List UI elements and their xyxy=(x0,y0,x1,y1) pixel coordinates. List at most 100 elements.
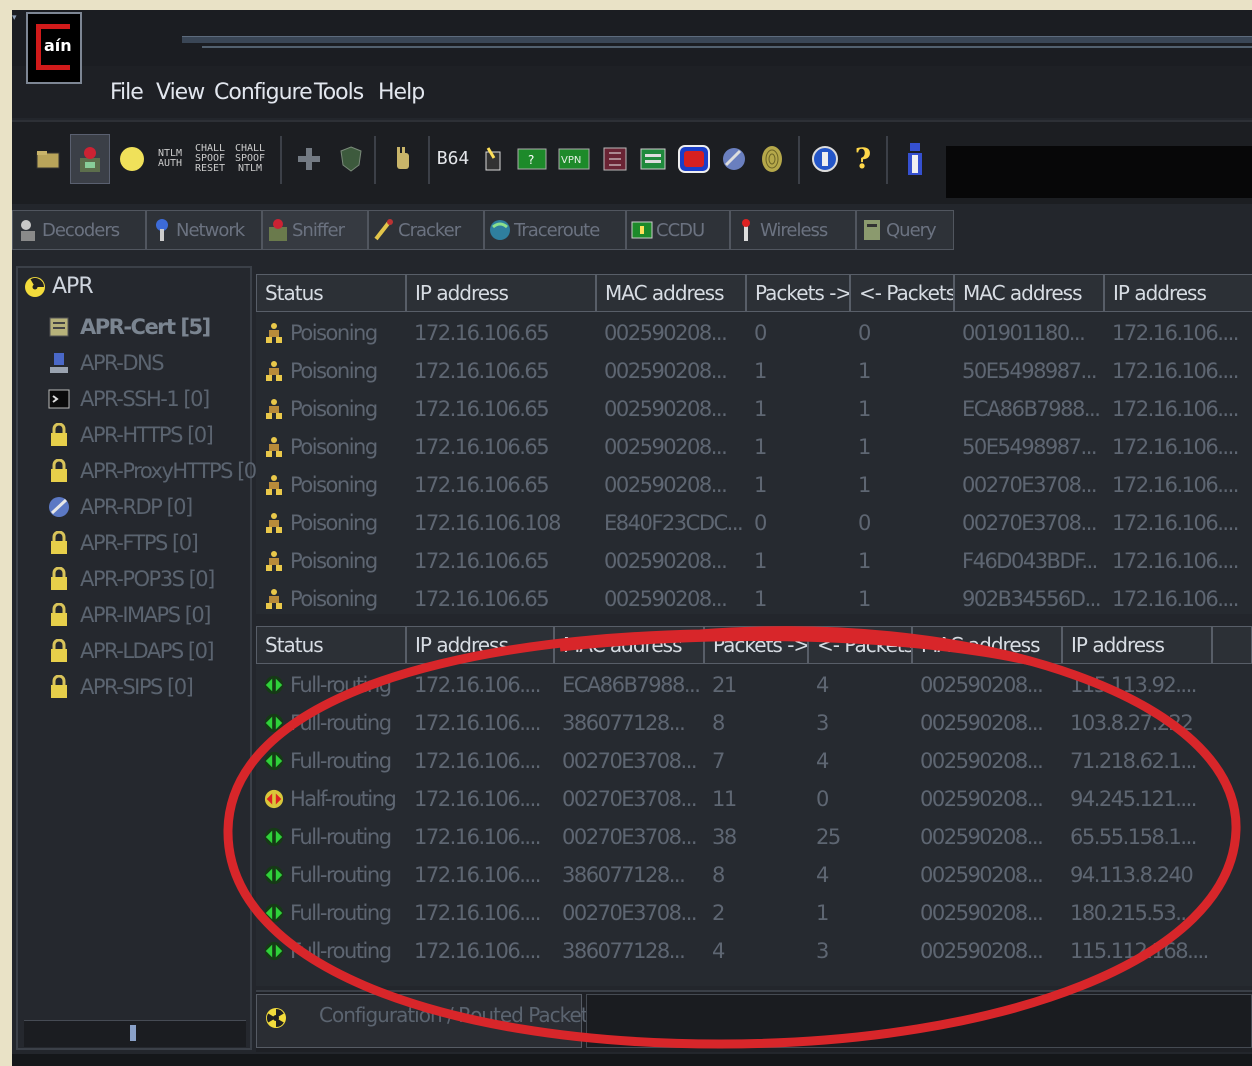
table-row[interactable]: Full-routing 172.16.106.... ECA86B7988... 2… xyxy=(256,666,1252,704)
table-cell: F46D043BDF... xyxy=(962,549,1098,573)
tab-ccdu[interactable]: CCDU xyxy=(626,210,730,250)
folder-icon[interactable] xyxy=(34,134,62,184)
plus-icon[interactable] xyxy=(292,134,326,184)
table-row[interactable]: Poisoning 172.16.106.65 002590208... 1 1 ECA8… xyxy=(256,390,1252,428)
table-row[interactable]: Full-routing 172.16.106.... 00270E3708... 7… xyxy=(256,742,1252,780)
tree-item-apr-rdp[interactable]: APR-RDP [0] xyxy=(48,492,193,522)
tree-item-apr-ssh-1[interactable]: APR-SSH-1 [0] xyxy=(48,384,210,414)
table-row[interactable]: Poisoning 172.16.106.65 002590208... 1 1 0027… xyxy=(256,466,1252,504)
apr-radiation-icon[interactable] xyxy=(114,134,150,184)
menu-configure[interactable]: Configure xyxy=(214,80,313,105)
tree-item-apr-https[interactable]: APR-HTTPS [0] xyxy=(48,420,214,450)
table-cell: 002590208... xyxy=(920,787,1044,811)
tree-item-apr-imaps[interactable]: APR-IMAPS [0] xyxy=(48,600,211,630)
table-row[interactable]: Half-routing 172.16.106.... 00270E3708... 1… xyxy=(256,780,1252,818)
tab-decoders[interactable]: Decoders xyxy=(12,210,146,250)
table-cell: 00270E3708... xyxy=(562,825,698,849)
table-cell: 001901180... xyxy=(962,321,1086,345)
tree-item-apr-dns[interactable]: APR-DNS xyxy=(48,348,165,378)
column-header[interactable]: Status xyxy=(256,274,406,312)
table-row[interactable]: Full-routing 172.16.106.... 00270E3708... 3… xyxy=(256,818,1252,856)
table-cell: 002590208... xyxy=(920,749,1044,773)
ntlm-auth-icon[interactable]: NTLM AUTH xyxy=(152,134,188,184)
svg-text:?: ? xyxy=(528,153,534,167)
grid-icon[interactable] xyxy=(600,134,630,184)
tab-cracker[interactable]: Cracker xyxy=(368,210,484,250)
tree-item-apr-sips[interactable]: APR-SIPS [0] xyxy=(48,672,194,702)
table-cell: 4 xyxy=(816,863,829,887)
table-cell: 172.16.106.... xyxy=(1112,473,1239,497)
column-header[interactable]: Packets -> xyxy=(746,274,850,312)
status-cell: Full-routing xyxy=(256,666,406,704)
status-text: Full-routing xyxy=(290,901,392,925)
tree-item-apr-ftps[interactable]: APR-FTPS [0] xyxy=(48,528,199,558)
menu-file[interactable]: File xyxy=(110,80,144,105)
table-row[interactable]: Full-routing 172.16.106.... 386077128... 4 3… xyxy=(256,932,1252,970)
table-row[interactable]: Poisoning 172.16.106.65 002590208... 1 1 902B… xyxy=(256,580,1252,614)
table-row[interactable]: Poisoning 172.16.106.65 002590208... 1 1 F46D… xyxy=(256,542,1252,580)
column-header[interactable]: IP address xyxy=(1104,274,1252,312)
table-cell: 103.8.27.222 xyxy=(1070,711,1194,735)
chall-spoof-reset-icon[interactable]: CHALL SPOOF RESET xyxy=(192,134,228,184)
table-row[interactable]: Poisoning 172.16.106.108 E840F23CDC... 0 0 00… xyxy=(256,504,1252,542)
menu-tools[interactable]: Tools xyxy=(314,80,364,105)
scrollbar-thumb[interactable] xyxy=(130,1025,136,1041)
menu-view[interactable]: View xyxy=(156,80,205,105)
table-row[interactable]: Full-routing 172.16.106.... 00270E3708... 2… xyxy=(256,894,1252,932)
shield-icon[interactable] xyxy=(334,134,368,184)
vpn-icon[interactable]: VPN xyxy=(556,134,592,184)
help-question-icon[interactable]: ? xyxy=(850,134,876,184)
column-header[interactable]: IP address xyxy=(406,626,554,664)
base64-icon[interactable]: B64 xyxy=(436,134,470,184)
tree-item-apr-proxyhttps[interactable]: APR-ProxyHTTPS [0 xyxy=(48,456,257,486)
column-header[interactable]: Packets -> xyxy=(704,626,808,664)
column-header[interactable]: MAC address xyxy=(912,626,1062,664)
status-bar xyxy=(12,1054,1252,1066)
tab-network[interactable]: Network xyxy=(146,210,262,250)
table-cell: 0 xyxy=(754,511,767,535)
column-header[interactable]: <- Packets xyxy=(808,626,912,664)
column-header[interactable]: IP address xyxy=(1062,626,1212,664)
sidebar-horizontal-scrollbar[interactable] xyxy=(24,1020,246,1047)
hand-icon[interactable] xyxy=(386,134,420,184)
table-row[interactable]: Full-routing 172.16.106.... 386077128... 8 4… xyxy=(256,856,1252,894)
satellite-icon[interactable] xyxy=(718,134,750,184)
column-header[interactable]: MAC address xyxy=(554,626,704,664)
terminal-icon[interactable]: ? xyxy=(516,134,548,184)
table-row[interactable]: Poisoning 172.16.106.65 002590208... 1 1 50E5… xyxy=(256,352,1252,390)
table-row[interactable]: Full-routing 172.16.106.... 386077128... 8 3… xyxy=(256,704,1252,742)
tab-query[interactable]: Query xyxy=(856,210,954,250)
configuration-routed-packets-tab[interactable]: Configuration / Routed Packets xyxy=(256,994,598,1048)
globe-icon[interactable] xyxy=(808,134,842,184)
tab-traceroute[interactable]: Traceroute xyxy=(484,210,626,250)
menu-help[interactable]: Help xyxy=(378,80,425,105)
info-icon[interactable] xyxy=(900,134,930,184)
column-header[interactable]: <- Packets xyxy=(850,274,954,312)
status-text: Full-routing xyxy=(290,825,392,849)
tab-sniffer[interactable]: Sniffer xyxy=(262,210,368,250)
tv-icon[interactable] xyxy=(676,134,712,184)
chall-spoof-ntlm-icon[interactable]: CHALL SPOOF NTLM xyxy=(232,134,268,184)
table-cell: 172.16.106.65 xyxy=(414,473,550,497)
column-header[interactable]: Status xyxy=(256,626,406,664)
column-header[interactable]: IP address xyxy=(406,274,596,312)
poison-person-icon xyxy=(266,437,282,457)
tree-item-apr-pop3s[interactable]: APR-POP3S [0] xyxy=(48,564,215,594)
table-row[interactable]: Poisoning 172.16.106.65 002590208... 1 1 50E5… xyxy=(256,428,1252,466)
logo-text: aín xyxy=(44,36,72,55)
wand-icon[interactable] xyxy=(478,134,508,184)
tree-root-apr[interactable]: APR xyxy=(24,274,94,299)
table-row[interactable]: Poisoning 172.16.106.65 002590208... 0 0 0019… xyxy=(256,314,1252,352)
column-header[interactable]: MAC address xyxy=(596,274,746,312)
tree-item-apr-ldaps[interactable]: APR-LDAPS [0] xyxy=(48,636,215,666)
table-cell: 172.16.106.65 xyxy=(414,587,550,611)
full-routing-icon xyxy=(264,827,284,847)
tree-item-apr-cert[interactable]: APR-Cert [5] xyxy=(48,312,211,342)
column-header[interactable]: MAC address xyxy=(954,274,1104,312)
column-header-empty[interactable] xyxy=(1212,626,1252,664)
fingerprint-icon[interactable] xyxy=(756,134,788,184)
screen-icon[interactable] xyxy=(638,134,668,184)
system-menu-icon[interactable]: ▾ xyxy=(12,12,20,22)
sniffer-icon[interactable] xyxy=(70,134,110,184)
tab-wireless[interactable]: Wireless xyxy=(730,210,856,250)
